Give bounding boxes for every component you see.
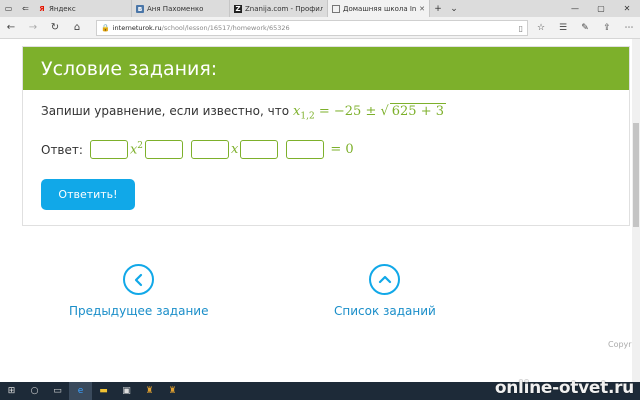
- task-formula: x1,2 = −25 ± √ 625 + 3: [293, 103, 447, 122]
- page-scrollbar[interactable]: [632, 39, 640, 382]
- formula-radicand: 625 + 3: [389, 103, 447, 119]
- home-icon[interactable]: ⌂: [66, 17, 88, 39]
- app-icon-2[interactable]: ♜: [161, 382, 184, 400]
- close-window-icon[interactable]: ✕: [614, 0, 640, 17]
- znanija-icon: Z: [234, 4, 242, 13]
- answer-label: Ответ:: [41, 142, 83, 157]
- tab-bar: ▭ ⇐ Я Яндекс в Аня Пахоменко Z Znanija.c…: [0, 0, 640, 17]
- favorites-icon[interactable]: ☆: [530, 17, 552, 39]
- back-icon[interactable]: ←: [0, 17, 22, 39]
- window-controls: — ▢ ✕: [562, 0, 640, 17]
- sign-c-input[interactable]: [240, 140, 279, 159]
- notes-icon[interactable]: ✎: [574, 17, 596, 39]
- reading-view-icon[interactable]: ▯: [519, 24, 523, 33]
- lock-icon: 🔒: [101, 24, 110, 32]
- task-view-icon[interactable]: ▭: [46, 382, 69, 400]
- vk-icon: в: [136, 4, 144, 13]
- store-icon[interactable]: ▣: [115, 382, 138, 400]
- tab-vk[interactable]: в Аня Пахоменко: [132, 0, 230, 17]
- tab-title: Аня Пахоменко: [147, 4, 204, 13]
- x-term: x: [231, 142, 239, 157]
- task-card: Условие задания: Запиши уравнение, если …: [22, 46, 630, 226]
- back-tabs-icon[interactable]: ⇐: [17, 0, 34, 17]
- tab-znanija[interactable]: Z Znanija.com - Профиль пол: [230, 0, 328, 17]
- minimize-icon[interactable]: —: [562, 0, 588, 17]
- task-header: Условие задания:: [23, 47, 629, 90]
- prev-task-link[interactable]: Предыдущее задание: [69, 264, 209, 318]
- tab-yandex[interactable]: Я Яндекс: [34, 0, 132, 17]
- x-squared: x2: [128, 141, 145, 157]
- nav-bar: ← → ↻ ⌂ 🔒 interneturok.ru /school/lesson…: [0, 17, 640, 39]
- explorer-icon[interactable]: ▬: [92, 382, 115, 400]
- forward-icon[interactable]: →: [22, 17, 44, 39]
- submit-button[interactable]: Ответить!: [41, 179, 135, 210]
- equals-zero: = 0: [330, 142, 354, 157]
- task-list-label: Список заданий: [334, 304, 436, 318]
- scrollbar-thumb[interactable]: [633, 123, 639, 227]
- more-icon[interactable]: ⋯: [618, 17, 640, 39]
- task-title: Условие задания:: [41, 57, 218, 80]
- watermark: online-otvet.ru: [494, 378, 634, 398]
- coef-b-input[interactable]: [191, 140, 230, 159]
- address-bar[interactable]: 🔒 interneturok.ru /school/lesson/16517/h…: [96, 20, 528, 36]
- formula-sub: 1,2: [300, 111, 315, 122]
- yandex-icon: Я: [39, 4, 45, 13]
- app-icon-1[interactable]: ♜: [138, 382, 161, 400]
- task-list-link[interactable]: Список заданий: [334, 264, 436, 318]
- chevron-left-icon: [123, 264, 155, 295]
- address-path: /school/lesson/16517/homework/65326: [161, 24, 290, 32]
- tab-title: Домашняя школа Inter: [343, 4, 417, 13]
- copyright-text: Copyr: [608, 340, 632, 349]
- tab-title: Znanija.com - Профиль пол: [245, 4, 323, 13]
- tab-preview-icon[interactable]: ▭: [0, 0, 17, 17]
- new-tab-icon[interactable]: +: [430, 0, 446, 17]
- address-host: interneturok.ru: [112, 24, 162, 32]
- maximize-icon[interactable]: ▢: [588, 0, 614, 17]
- page-icon: [332, 4, 340, 13]
- windows-start-icon[interactable]: ⊞: [0, 382, 23, 400]
- sign-b-input[interactable]: [145, 140, 184, 159]
- coef-a-input[interactable]: [89, 140, 128, 159]
- toolbar-right: ☆ ☰ ✎ ⇪ ⋯: [530, 17, 640, 39]
- tab-title: Яндекс: [49, 4, 76, 13]
- search-icon[interactable]: ○: [23, 382, 46, 400]
- prev-task-label: Предыдущее задание: [69, 304, 209, 318]
- refresh-icon[interactable]: ↻: [44, 17, 66, 39]
- x-squared-power: 2: [137, 141, 144, 152]
- hub-icon[interactable]: ☰: [552, 17, 574, 39]
- share-icon[interactable]: ⇪: [596, 17, 618, 39]
- close-tab-icon[interactable]: ✕: [419, 5, 425, 13]
- chevron-up-icon: [369, 264, 401, 295]
- task-prompt: Запиши уравнение, если известно, что x1,…: [41, 103, 447, 122]
- coef-c-input[interactable]: [286, 140, 325, 159]
- answer-row: Ответ: x2 x = 0: [41, 140, 354, 159]
- formula-rest: = −25 ±: [318, 104, 377, 119]
- prompt-text: Запиши уравнение, если известно, что: [41, 104, 290, 118]
- tab-interneturok[interactable]: Домашняя школа Inter ✕: [328, 0, 430, 17]
- edge-icon[interactable]: e: [69, 382, 92, 400]
- chevron-down-icon[interactable]: ⌄: [446, 0, 462, 17]
